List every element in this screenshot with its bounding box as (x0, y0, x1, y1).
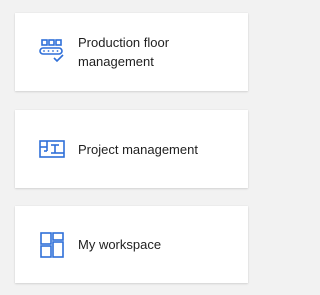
project-management-label: Project management (78, 142, 198, 157)
my-workspace-label: My workspace (78, 237, 162, 252)
conveyor-checklist-icon (37, 37, 67, 67)
production-floor-management-tile[interactable]: Production floor management (15, 13, 248, 91)
project-management-tile[interactable]: Project management (15, 110, 248, 188)
workspace-layout-icon (37, 230, 67, 260)
my-workspace-tile[interactable]: My workspace (15, 206, 248, 283)
production-floor-management-label: Production floor management (78, 35, 170, 69)
blueprint-icon (37, 134, 67, 164)
